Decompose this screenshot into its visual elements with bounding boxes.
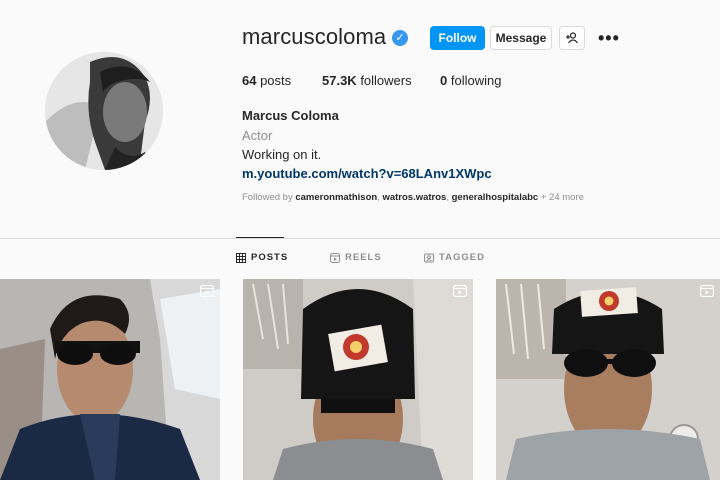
tab-label: POSTS bbox=[251, 252, 289, 263]
tab-posts[interactable]: POSTS bbox=[236, 252, 288, 263]
profile-bio: Working on it. bbox=[242, 147, 322, 162]
posts-count: 64 posts bbox=[242, 73, 322, 88]
followers-label: followers bbox=[356, 73, 412, 88]
tab-reels[interactable]: REELS bbox=[330, 252, 382, 263]
tab-label: REELS bbox=[345, 252, 382, 263]
grid-icon bbox=[236, 252, 246, 263]
post-image bbox=[243, 279, 473, 480]
posts-value: 64 bbox=[242, 73, 257, 88]
post-image bbox=[0, 279, 220, 480]
reels-icon bbox=[330, 252, 340, 263]
tag-icon bbox=[424, 253, 434, 262]
reel-badge-icon bbox=[700, 285, 714, 297]
followed-by-suffix: + 24 more bbox=[538, 192, 584, 203]
follower-name: generalhospitalabc bbox=[451, 192, 539, 203]
follow-button[interactable]: Follow bbox=[430, 26, 485, 50]
profile-category: Actor bbox=[242, 128, 273, 143]
followed-by-prefix: Followed by bbox=[242, 192, 296, 203]
more-options-button[interactable]: ••• bbox=[598, 28, 620, 49]
active-tab-indicator bbox=[236, 237, 284, 238]
followers-value: 57.3K bbox=[322, 73, 357, 88]
profile-link[interactable]: m.youtube.com/watch?v=68LAnv1XWpc bbox=[242, 166, 492, 181]
profile-full-name: Marcus Coloma bbox=[242, 108, 339, 123]
profile-username: marcuscoloma bbox=[242, 24, 387, 49]
follower-name: cameronmathison bbox=[295, 192, 378, 203]
suggest-user-button[interactable] bbox=[559, 26, 585, 50]
reel-badge-icon bbox=[453, 285, 467, 297]
tab-tagged[interactable]: TAGGED bbox=[424, 252, 485, 263]
avatar-photo bbox=[45, 52, 163, 170]
followed-by[interactable]: Followed by cameronmathison, watros.watr… bbox=[242, 192, 584, 203]
post-thumbnail[interactable] bbox=[243, 279, 473, 480]
following-label: following bbox=[447, 73, 502, 88]
tabs-divider bbox=[0, 238, 720, 239]
followers-count[interactable]: 57.3K followers bbox=[322, 73, 440, 88]
following-count[interactable]: 0 following bbox=[440, 73, 501, 88]
posts-label: posts bbox=[256, 73, 292, 88]
follower-name: watros.watros bbox=[382, 192, 447, 203]
message-button[interactable]: Message bbox=[490, 26, 552, 50]
add-person-icon bbox=[566, 32, 578, 44]
verified-badge-icon: ✓ bbox=[392, 30, 408, 46]
profile-stats: 64 posts 57.3K followers 0 following bbox=[242, 73, 501, 88]
post-image bbox=[496, 279, 720, 480]
post-thumbnail[interactable] bbox=[0, 279, 220, 480]
post-thumbnail[interactable] bbox=[496, 279, 720, 480]
tab-label: TAGGED bbox=[439, 252, 485, 263]
profile-avatar[interactable] bbox=[45, 52, 163, 170]
reel-badge-icon bbox=[200, 285, 214, 297]
